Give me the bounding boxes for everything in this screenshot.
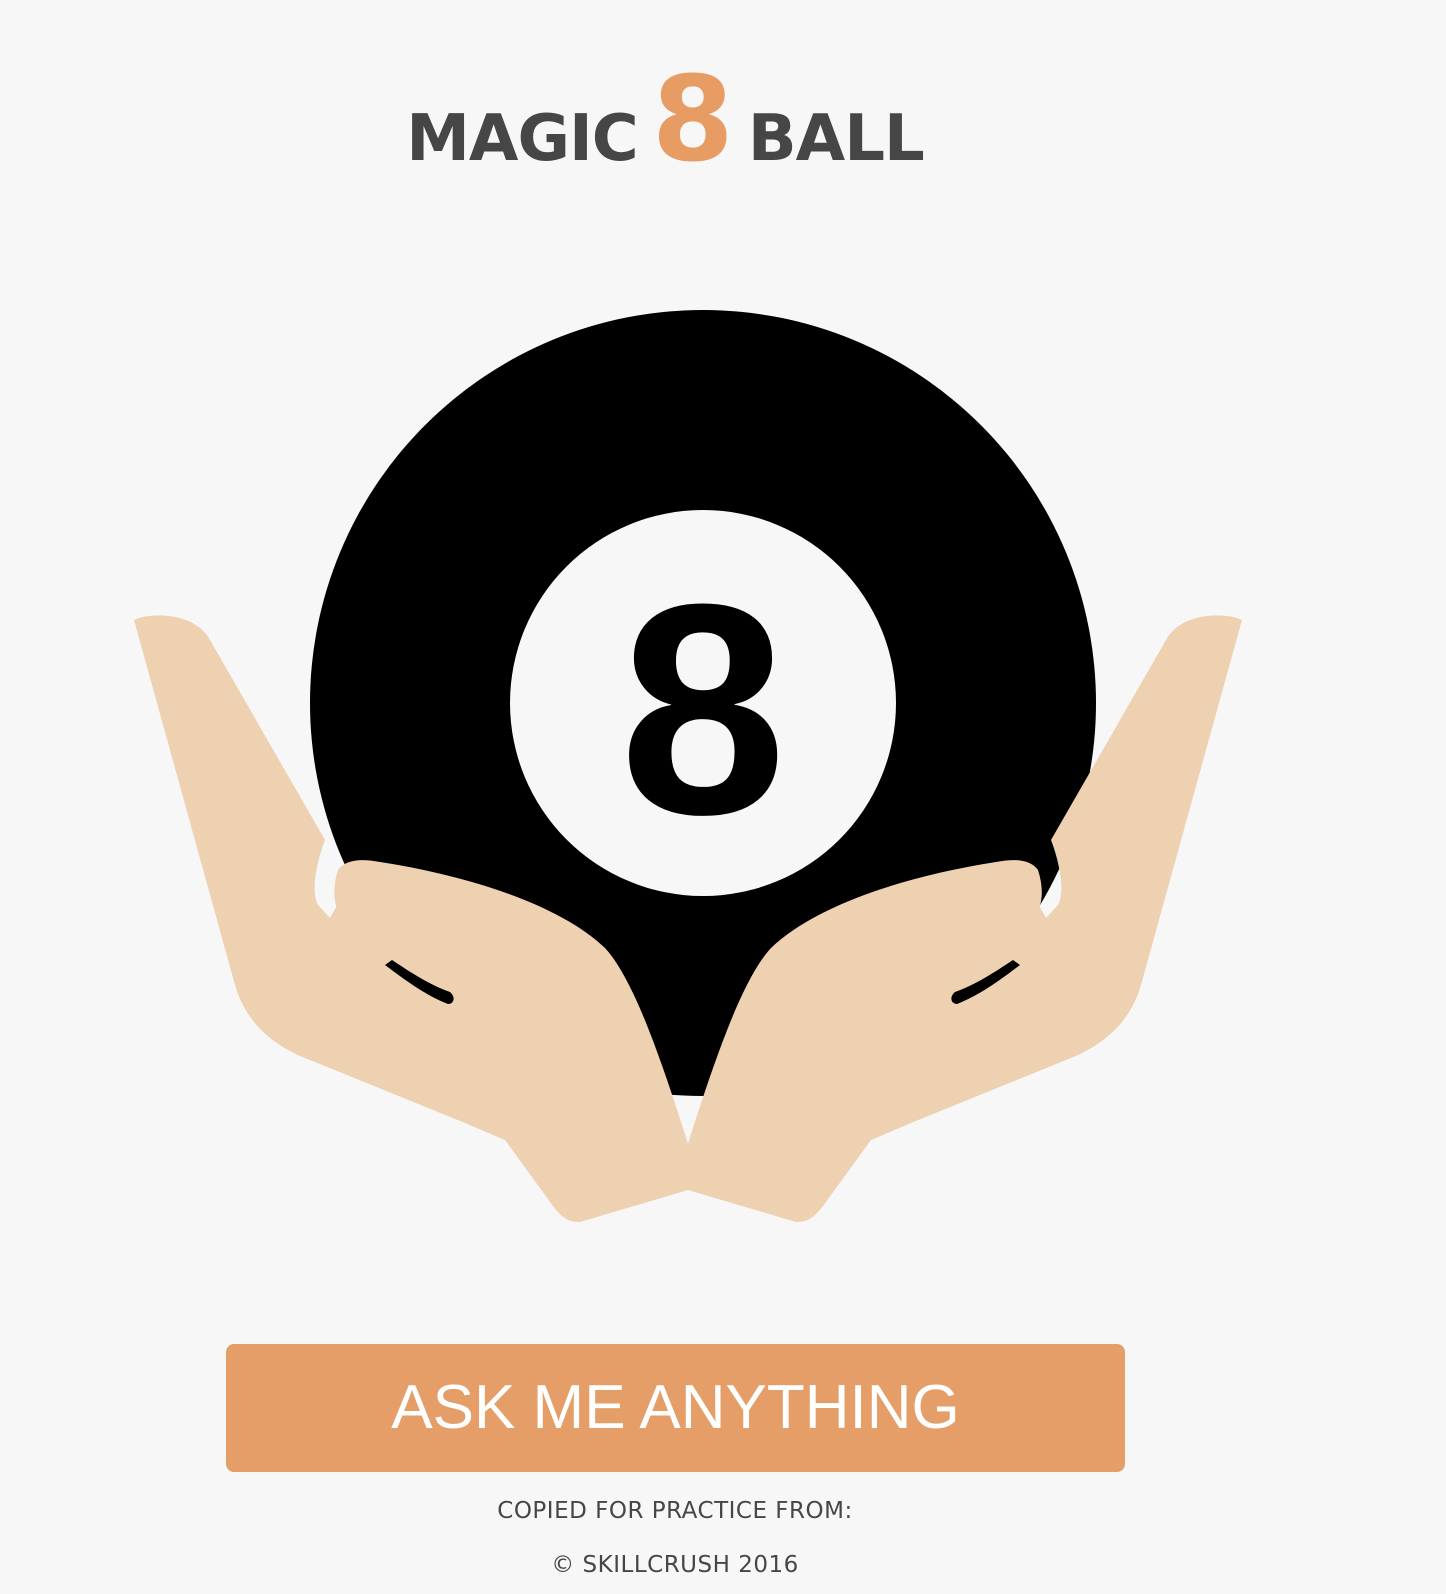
- ball-number: 8: [620, 541, 787, 877]
- footer-copyright: © SKILLCRUSH 2016: [551, 1552, 799, 1578]
- ask-me-anything-button[interactable]: ASK ME ANYTHING: [226, 1344, 1125, 1472]
- footer-credit-label: COPIED FOR PRACTICE FROM:: [497, 1498, 853, 1524]
